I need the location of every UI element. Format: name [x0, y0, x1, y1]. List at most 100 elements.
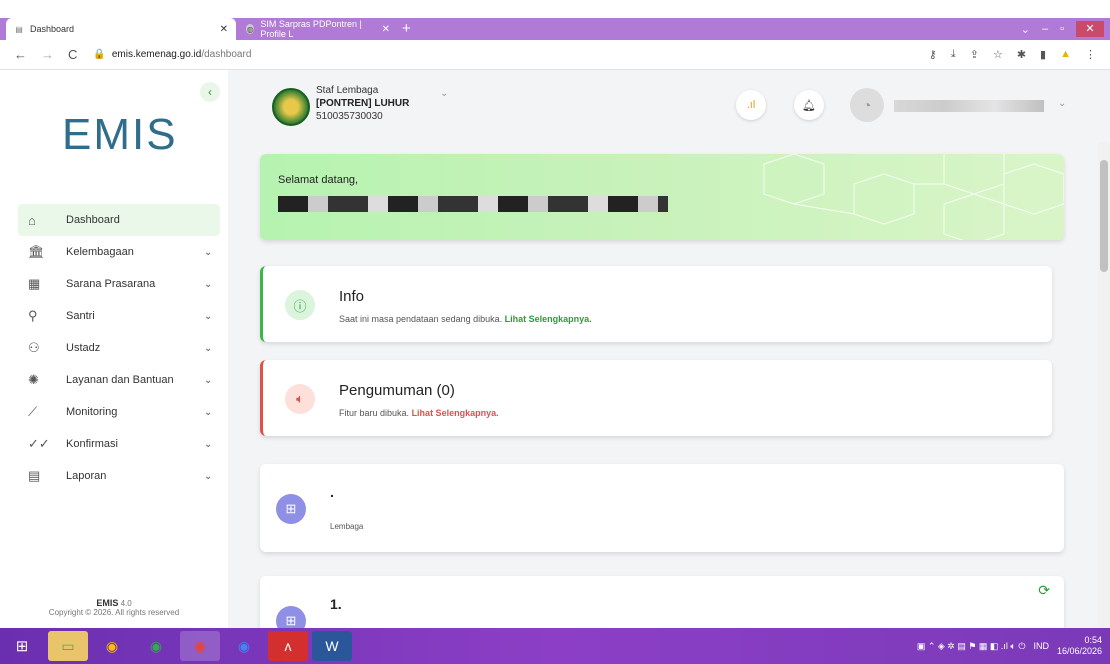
clock[interactable]: 0:54 16/06/2026 [1057, 635, 1102, 657]
windows-start-icon[interactable]: ⊞ [0, 628, 44, 664]
sidebar-item-layanan-dan-bantuan[interactable]: ✺ Layanan dan Bantuan ⌄ [18, 364, 220, 396]
tab-label: SIM Sarpras PDPontren | Profile L [260, 19, 362, 39]
app-version: 4.0 [120, 599, 132, 608]
chevron-down-icon[interactable]: ⌄ [204, 279, 220, 290]
stat-value: . [330, 484, 334, 500]
user-name-redacted [894, 100, 1044, 112]
stat-value: 1. [330, 596, 342, 612]
maximize-icon[interactable]: ▫ [1060, 23, 1064, 35]
avatar[interactable]: ◔ [850, 88, 884, 122]
back-icon[interactable]: ← [14, 47, 27, 62]
sidebar-item-label: Monitoring [66, 405, 118, 418]
extensions-icon[interactable]: ✱ [1017, 48, 1026, 61]
signal-button[interactable]: .ıl [736, 90, 766, 120]
sidebar-item-konfirmasi[interactable]: ✓✓ Konfirmasi ⌄ [18, 428, 220, 460]
sidebar-item-santri[interactable]: ⚲ Santri ⌄ [18, 300, 220, 332]
main-content: Staf Lembaga [PONTREN] LUHUR 51003573003… [228, 70, 1098, 628]
announcement-card: 🔈︎ Pengumuman (0) Fitur baru dibuka. Lih… [260, 360, 1052, 436]
tray-icons[interactable]: ▣ ⌃ ◈ ✲ ▤ ⚑ ▦ ◧ .ıl 🔈︎ ⏻ [917, 641, 1026, 652]
chrome-icon[interactable]: ◉ [92, 631, 132, 661]
info-title: Info [339, 288, 365, 305]
close-icon[interactable]: ✕ [220, 24, 228, 35]
key-icon[interactable]: ⚷ [929, 48, 937, 61]
collapse-sidebar-button[interactable]: ‹ [200, 82, 220, 102]
page-icon: ▤ [15, 24, 23, 34]
hexagon-pattern [763, 154, 1064, 240]
stat-card-lembaga: ⊞ . Lembaga [260, 464, 1064, 552]
chevron-down-icon[interactable]: ⌄ [1058, 98, 1066, 109]
copyright: Copyright © 2026. All rights reserved [48, 608, 180, 617]
menu-icon[interactable]: ⋮ [1085, 48, 1096, 61]
notification-button[interactable]: 🔔︎ [794, 90, 824, 120]
institution-selector[interactable]: Staf Lembaga [PONTREN] LUHUR 51003573003… [316, 84, 409, 123]
sidebar-footer: EMIS 4.0 Copyright © 2026. All rights re… [0, 598, 228, 617]
tab-sim-sarpras[interactable]: ◍ SIM Sarpras PDPontren | Profile L ✕ [238, 18, 398, 40]
chevron-down-icon[interactable]: ⌄ [204, 343, 220, 354]
reload-icon[interactable]: C [68, 47, 77, 62]
url-path: /dashboard [201, 49, 252, 60]
close-window-icon[interactable]: ✕ [1076, 21, 1104, 37]
language-indicator[interactable]: IND [1033, 641, 1049, 651]
system-tray: ▣ ⌃ ◈ ✲ ▤ ⚑ ▦ ◧ .ıl 🔈︎ ⏻ IND 0:54 16/06/… [917, 635, 1110, 657]
sidebar-menu: ⌂ Dashboard 🏛 Kelembagaan ⌄ ▦ Sarana Prasarana… [18, 204, 220, 492]
refresh-icon[interactable]: ⟳ [1038, 582, 1050, 599]
chevron-down-icon[interactable]: ⌄ [204, 407, 220, 418]
sidebar-item-laporan[interactable]: ▤ Laporan ⌄ [18, 460, 220, 492]
sidebar-item-sarana-prasarana[interactable]: ▦ Sarana Prasarana ⌄ [18, 268, 220, 300]
scrollbar-thumb[interactable] [1100, 160, 1108, 272]
share-icon[interactable]: ⇪ [970, 48, 979, 61]
forward-icon[interactable]: → [41, 47, 54, 62]
app-name: EMIS [96, 598, 119, 608]
browser-tabbar: ▤ Dashboard ✕ ◍ SIM Sarpras PDPontren | … [0, 18, 1110, 40]
pdf-reader-icon[interactable]: ᴧ [268, 631, 308, 661]
bell-icon: 🔔︎ [802, 99, 816, 112]
stat-label: Lembaga [330, 522, 364, 531]
chevron-down-icon[interactable]: ⌄ [204, 439, 220, 450]
star-icon[interactable]: ☆ [993, 48, 1003, 61]
url-field[interactable]: 🔒 emis.kemenag.go.id/dashboard [93, 49, 251, 60]
new-tab-button[interactable]: + [402, 18, 411, 40]
install-icon[interactable]: ⤓ [951, 48, 956, 61]
sidebar-item-kelembagaan[interactable]: 🏛 Kelembagaan ⌄ [18, 236, 220, 268]
sidepanel-icon[interactable]: ▮ [1040, 48, 1046, 61]
chrome-icon[interactable]: ◉ [180, 631, 220, 661]
globe-icon: ◍ [246, 24, 255, 34]
address-bar: ← → C 🔒 emis.kemenag.go.id/dashboard ⚷ ⤓… [0, 40, 1110, 70]
chevron-down-icon[interactable]: ⌄ [1021, 23, 1030, 36]
chevron-down-icon[interactable]: ⌄ [204, 471, 220, 482]
chrome-icon[interactable]: ◉ [224, 631, 264, 661]
chevron-down-icon[interactable]: ⌄ [440, 88, 448, 99]
institution-code: 510035730030 [316, 111, 383, 122]
institution-icon: 🏛 [28, 244, 45, 259]
url-host: emis.kemenag.go.id [111, 49, 202, 60]
window-controls: ⌄ – ▫ ✕ [1021, 18, 1110, 40]
word-icon[interactable]: W [312, 631, 352, 661]
chevron-down-icon[interactable]: ⌄ [204, 311, 220, 322]
tab-dashboard[interactable]: ▤ Dashboard ✕ [6, 18, 236, 40]
page-header: Staf Lembaga [PONTREN] LUHUR 51003573003… [228, 70, 1098, 150]
page-scrollbar[interactable] [1098, 142, 1110, 628]
close-icon[interactable]: ✕ [382, 24, 390, 35]
minimize-icon[interactable]: – [1042, 23, 1048, 35]
chevron-down-icon[interactable]: ⌄ [204, 247, 220, 258]
sidebar-item-label: Layanan dan Bantuan [66, 373, 174, 386]
chrome-icon[interactable]: ◉ [136, 631, 176, 661]
chart-line-icon: ⟋ [28, 404, 38, 419]
chevron-down-icon[interactable]: ⌄ [204, 375, 220, 386]
sidebar-item-ustadz[interactable]: ⚇ Ustadz ⌄ [18, 332, 220, 364]
user-icon: ⚲ [28, 308, 38, 323]
info-link[interactable]: Lihat Selengkapnya. [505, 314, 592, 324]
file-explorer-icon[interactable]: ▭ [48, 631, 88, 661]
sidebar-item-monitoring[interactable]: ⟋ Monitoring ⌄ [18, 396, 220, 428]
drive-icon[interactable]: ▲ [1060, 48, 1071, 61]
role-label: Staf Lembaga [316, 85, 379, 96]
announcement-text: Fitur baru dibuka. Lihat Selengkapnya. [339, 408, 499, 418]
sidebar-item-label: Kelembagaan [66, 245, 134, 258]
info-icon: ⓘ [285, 290, 315, 320]
greeting: Selamat datang, [278, 174, 359, 186]
sidebar-item-dashboard[interactable]: ⌂ Dashboard [18, 204, 220, 236]
sidebar-item-label: Santri [66, 309, 95, 322]
home-icon: ⌂ [28, 212, 36, 228]
announcement-link[interactable]: Lihat Selengkapnya. [412, 408, 499, 418]
users-icon: ⚇ [28, 340, 40, 355]
